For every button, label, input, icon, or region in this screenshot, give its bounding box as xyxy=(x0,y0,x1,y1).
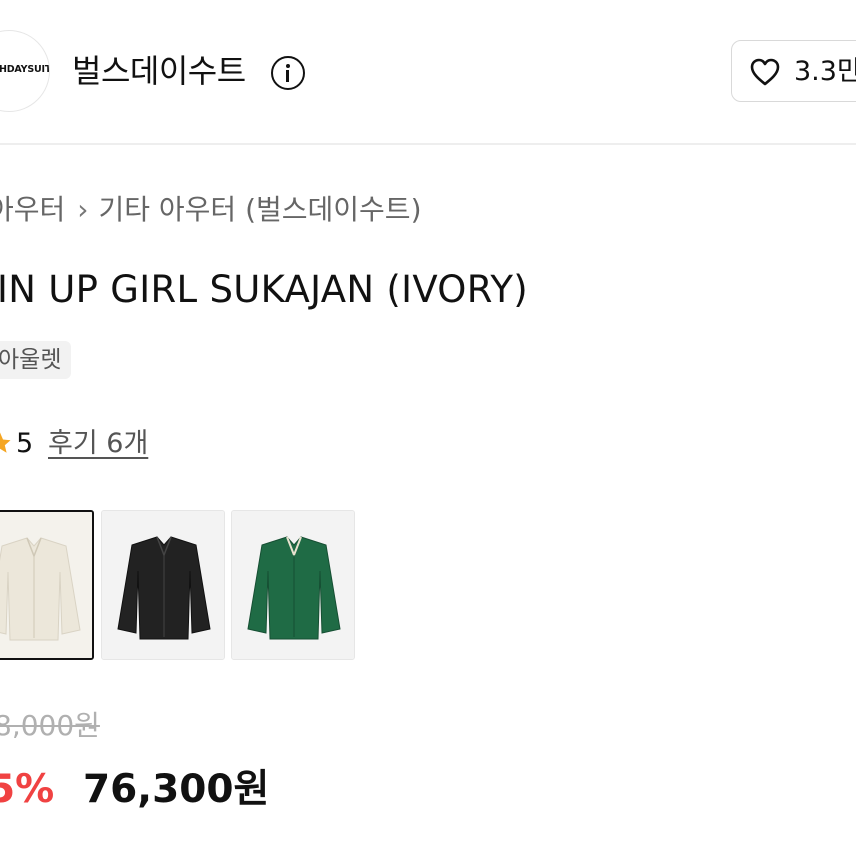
outlet-tag-badge: 아울렛 xyxy=(0,341,72,379)
brand-logo[interactable]: HDAYSUIT xyxy=(0,30,50,112)
sale-price: 76,300원 xyxy=(83,767,270,812)
thumbnail-ivory[interactable] xyxy=(0,510,94,660)
heart-icon xyxy=(750,58,780,86)
product-title: IN UP GIRL SUKAJAN (IVORY) xyxy=(0,268,528,311)
original-price: 8,000원 xyxy=(0,709,100,742)
like-count: 3.3만 xyxy=(794,56,856,87)
star-icon xyxy=(0,432,11,453)
review-count-link[interactable]: 후기 6개 xyxy=(48,424,148,464)
breadcrumb: 아우터 › 기타 아우터 (벌스데이수트) xyxy=(0,190,422,230)
like-button[interactable]: 3.3만 xyxy=(731,40,856,102)
thumbnail-black[interactable] xyxy=(101,510,225,660)
breadcrumb-item-other-outer[interactable]: 기타 아우터 (벌스데이수트) xyxy=(98,193,421,226)
info-icon[interactable] xyxy=(271,56,305,90)
green-jacket-image xyxy=(232,511,354,659)
brand-name[interactable]: 벌스데이수트 xyxy=(72,49,246,93)
chevron-right-icon: › xyxy=(77,193,89,226)
header-divider xyxy=(0,143,856,145)
rating-value: 5 xyxy=(16,428,34,459)
black-jacket-image xyxy=(102,511,224,659)
discount-rate: 5% xyxy=(0,767,55,812)
breadcrumb-item-outer[interactable]: 아우터 xyxy=(0,193,65,226)
thumbnail-green[interactable] xyxy=(231,510,355,660)
ivory-jacket-image xyxy=(0,512,92,658)
brand-logo-text: HDAYSUIT xyxy=(0,64,50,75)
